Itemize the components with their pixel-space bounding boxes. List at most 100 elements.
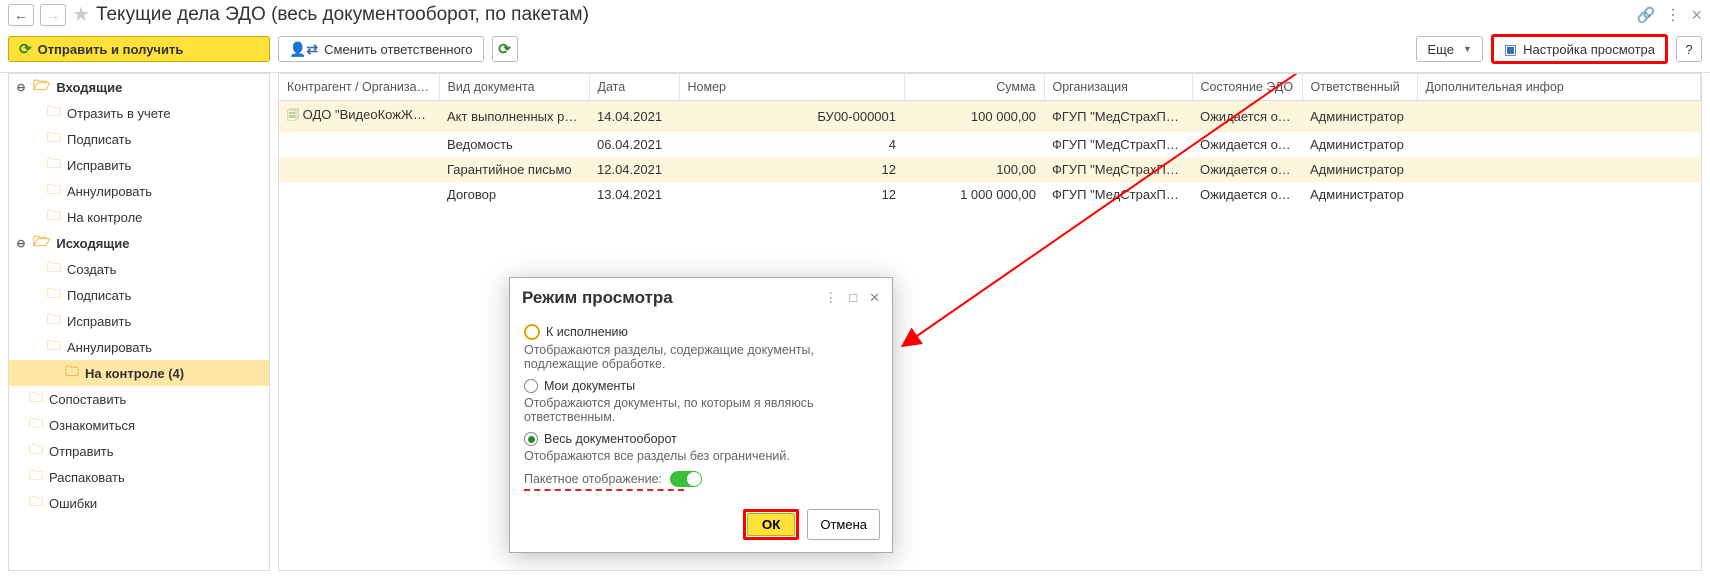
tree-item[interactable]: 🗀Подписать — [9, 282, 269, 308]
refresh-button[interactable]: ⟳ — [492, 36, 518, 62]
table-row[interactable]: Ведомость 06.04.2021 4 ФГУП "МедСтрахПро… — [279, 132, 1701, 157]
more-menu-icon[interactable]: ⋯ — [1663, 7, 1683, 23]
radio-icon — [524, 379, 538, 393]
cell: ФГУП "МедСтрахПро... — [1044, 182, 1192, 207]
assignee-icon: 👤⇄ — [289, 41, 318, 58]
view-mode-dialog: Режим просмотра ⋮ □ ✕ К исполнению Отобр… — [509, 277, 893, 553]
cell: Администратор — [1302, 182, 1417, 207]
tree-item[interactable]: 🗀Отправить — [9, 438, 269, 464]
radio-option-mine[interactable]: Мои документы — [524, 379, 878, 393]
folder-open-icon: 🗁 — [33, 75, 50, 99]
view-settings-button[interactable]: ▣ Настройка просмотра — [1491, 34, 1668, 64]
col-doctype[interactable]: Вид документа — [439, 74, 589, 101]
tree-item[interactable]: 🗀Аннулировать — [9, 334, 269, 360]
tree-node-incoming[interactable]: ⊖ 🗁 Входящие — [9, 74, 269, 100]
cell: 12 — [679, 157, 904, 182]
cell: 12 — [679, 182, 904, 207]
table-row[interactable]: Гарантийное письмо 12.04.2021 12 100,00 … — [279, 157, 1701, 182]
tree-item[interactable]: 🗀 Ознакомиться — [9, 412, 269, 438]
cell: 12.04.2021 — [589, 157, 679, 182]
main-area: ⊖ 🗁 Входящие 🗀Отразить в учете 🗀Подписат… — [0, 72, 1710, 571]
cell: Ведомость — [439, 132, 589, 157]
col-contragent[interactable]: Контрагент / Организация — [279, 74, 439, 101]
change-assignee-button[interactable]: 👤⇄ Сменить ответственного — [278, 36, 484, 62]
tree-label: Отразить в учете — [67, 106, 171, 121]
nav-back-button[interactable]: ← — [8, 4, 34, 26]
cell: ОДО "ВидеоКожЖил... — [303, 107, 439, 122]
radio-option-all[interactable]: Весь документооборот — [524, 432, 878, 446]
radio-desc: Отображаются все разделы без ограничений… — [524, 449, 878, 463]
table-header-row: Контрагент / Организация Вид документа Д… — [279, 74, 1701, 101]
dialog-cancel-button[interactable]: Отмена — [807, 509, 880, 540]
cell: Ожидается отв... — [1192, 182, 1302, 207]
send-receive-button[interactable]: ⟳ Отправить и получить — [8, 36, 270, 62]
tree-item[interactable]: 🗀Исправить — [9, 152, 269, 178]
col-sum[interactable]: Сумма — [904, 74, 1044, 101]
cell — [1417, 132, 1701, 157]
tree-label: На контроле (4) — [85, 366, 184, 381]
folder-icon: 🗀 — [47, 257, 61, 281]
cell: БУ00-000001 — [679, 101, 904, 133]
tree-item-selected[interactable]: 🗀 На контроле (4) — [9, 360, 269, 386]
radio-option-pending[interactable]: К исполнению — [524, 324, 878, 340]
table-row[interactable]: Договор 13.04.2021 12 1 000 000,00 ФГУП … — [279, 182, 1701, 207]
col-responsible[interactable]: Ответственный — [1302, 74, 1417, 101]
tree-item[interactable]: 🗀Отразить в учете — [9, 100, 269, 126]
more-label: Еще — [1427, 42, 1453, 57]
folder-icon: 🗀 — [29, 465, 43, 489]
dialog-more-icon[interactable]: ⋮ — [824, 290, 837, 306]
window-close-icon[interactable]: × — [1691, 5, 1702, 26]
dialog-ok-button[interactable]: ОК — [747, 513, 796, 536]
radio-desc: Отображаются документы, по которым я явл… — [524, 396, 878, 424]
tree-item[interactable]: 🗀Создать — [9, 256, 269, 282]
folder-icon: 🗀 — [29, 413, 43, 437]
col-date[interactable]: Дата — [589, 74, 679, 101]
tree-label: Подписать — [67, 132, 131, 147]
tree-label: Аннулировать — [67, 340, 152, 355]
radio-label: Весь документооборот — [544, 432, 677, 446]
radio-desc: Отображаются разделы, содержащие докумен… — [524, 343, 878, 371]
tree-item[interactable]: 🗀Распаковать — [9, 464, 269, 490]
favorite-star-icon[interactable]: ★ — [72, 5, 90, 25]
col-number[interactable]: Номер — [679, 74, 904, 101]
collapse-icon[interactable]: ⊖ — [15, 81, 27, 94]
cell: ФГУП "МедСтрахПро... — [1044, 132, 1192, 157]
tree-item[interactable]: 🗀Аннулировать — [9, 178, 269, 204]
nav-forward-button[interactable]: → — [40, 4, 66, 26]
col-state[interactable]: Состояние ЭДО — [1192, 74, 1302, 101]
radio-label: Мои документы — [544, 379, 635, 393]
tree-label: Аннулировать — [67, 184, 152, 199]
tree-item[interactable]: 🗀Исправить — [9, 308, 269, 334]
batch-toggle-label: Пакетное отображение: — [524, 472, 662, 486]
link-icon[interactable]: 🔗 — [1637, 6, 1656, 24]
cell: Ожидается отв... — [1192, 101, 1302, 133]
tree-label: Ознакомиться — [49, 418, 135, 433]
dialog-maximize-icon[interactable]: □ — [849, 290, 857, 306]
send-receive-label: Отправить и получить — [38, 42, 184, 57]
cell: 13.04.2021 — [589, 182, 679, 207]
folder-icon: 🗀 — [65, 361, 79, 385]
table-body: 🗐 ОДО "ВидеоКожЖил... Акт выполненных ра… — [279, 101, 1701, 208]
tree-item[interactable]: 🗀 Подписать — [9, 126, 269, 152]
tree-item[interactable]: 🗀На контроле — [9, 204, 269, 230]
col-org[interactable]: Организация — [1044, 74, 1192, 101]
annotation-underline — [524, 489, 684, 491]
table-row[interactable]: 🗐 ОДО "ВидеоКожЖил... Акт выполненных ра… — [279, 101, 1701, 133]
tree-item[interactable]: 🗀Ошибки — [9, 490, 269, 516]
col-addinfo[interactable]: Дополнительная инфор — [1417, 74, 1701, 101]
more-button[interactable]: Еще ▼ — [1416, 36, 1482, 62]
tree-label: Сопоставить — [49, 392, 126, 407]
folder-icon: 🗀 — [29, 387, 43, 411]
batch-toggle[interactable] — [670, 471, 702, 487]
dialog-close-icon[interactable]: ✕ — [869, 290, 880, 306]
help-button[interactable]: ? — [1676, 36, 1702, 62]
cell: Договор — [439, 182, 589, 207]
cell — [279, 132, 439, 157]
tree-node-outgoing[interactable]: ⊖ 🗁 Исходящие — [9, 230, 269, 256]
cell — [1417, 101, 1701, 133]
view-settings-label: Настройка просмотра — [1523, 42, 1655, 57]
folder-icon: 🗀 — [47, 127, 61, 151]
collapse-icon[interactable]: ⊖ — [15, 237, 27, 250]
cell — [279, 182, 439, 207]
tree-item[interactable]: 🗀 Сопоставить — [9, 386, 269, 412]
